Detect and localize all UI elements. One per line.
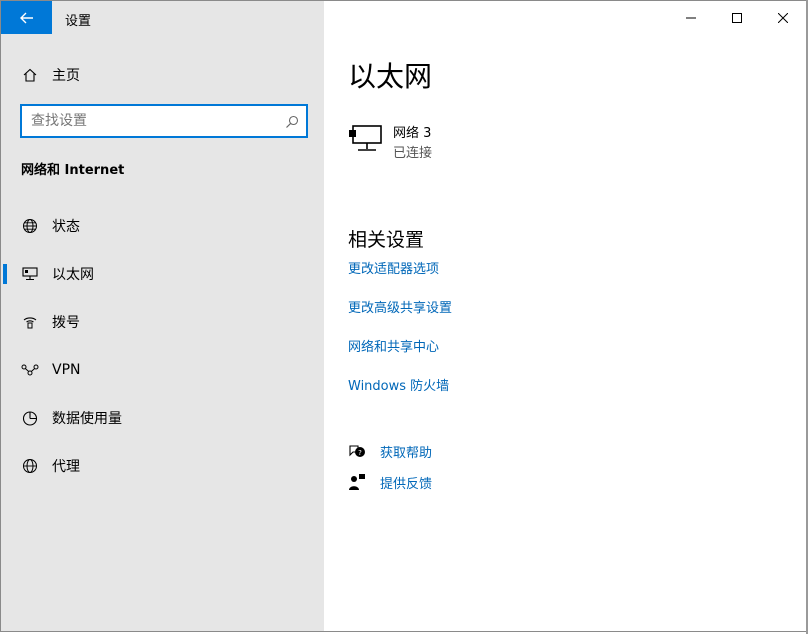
sidebar-item-dialup[interactable]: 拨号	[1, 302, 324, 342]
sidebar-item-home[interactable]: 主页	[1, 57, 324, 93]
close-icon	[778, 12, 788, 23]
minimize-icon	[686, 17, 696, 18]
window-controls	[668, 1, 806, 34]
feedback-row[interactable]: 提供反馈	[348, 472, 548, 494]
sidebar-item-label: 数据使用量	[52, 411, 122, 427]
search-icon[interactable]	[285, 114, 299, 128]
link-advanced-sharing-settings[interactable]: 更改高级共享设置	[348, 297, 452, 316]
main-content: 以太网 网络 3 已连接 相关设置 更改适配器选项 更改高级共享设置 网络和共享…	[324, 1, 806, 631]
help-chat-icon: ?	[348, 442, 366, 460]
ethernet-name: 网络 3	[393, 126, 432, 141]
svg-text:?: ?	[358, 449, 362, 457]
link-windows-firewall[interactable]: Windows 防火墙	[348, 375, 449, 394]
link-network-sharing-center[interactable]: 网络和共享中心	[348, 336, 439, 355]
dialup-icon	[21, 313, 39, 331]
proxy-globe-icon	[21, 457, 39, 475]
link-change-adapter-options[interactable]: 更改适配器选项	[348, 258, 439, 277]
sidebar-item-label: 拨号	[52, 315, 80, 331]
sidebar-item-label: 以太网	[52, 267, 94, 283]
link-get-help[interactable]: 获取帮助	[380, 442, 432, 461]
sidebar: 设置 主页 网络和 Internet	[1, 1, 324, 631]
app-title: 设置	[65, 14, 92, 29]
back-button[interactable]	[1, 1, 52, 34]
sidebar-item-data-usage[interactable]: 数据使用量	[1, 398, 324, 438]
sidebar-item-status[interactable]: 状态	[1, 206, 324, 246]
section-heading: 网络和 Internet	[21, 163, 125, 178]
ethernet-icon	[21, 265, 39, 283]
search-input[interactable]	[31, 111, 271, 131]
home-icon	[21, 66, 39, 84]
ethernet-status: 已连接	[393, 146, 433, 161]
get-help-row[interactable]: ? 获取帮助	[348, 441, 548, 463]
sidebar-item-label: VPN	[52, 362, 81, 378]
minimize-button[interactable]	[668, 1, 714, 34]
close-button[interactable]	[760, 1, 806, 34]
maximize-button[interactable]	[714, 1, 760, 34]
back-arrow-icon	[19, 12, 33, 23]
status-globe-icon	[21, 217, 39, 235]
data-usage-icon	[21, 409, 39, 427]
search-box[interactable]	[20, 104, 308, 138]
sidebar-item-label: 代理	[52, 459, 80, 475]
sidebar-item-ethernet[interactable]: 以太网	[1, 254, 324, 294]
sidebar-item-proxy[interactable]: 代理	[1, 446, 324, 486]
sidebar-item-vpn[interactable]: VPN	[1, 350, 324, 390]
home-label: 主页	[52, 68, 80, 84]
link-give-feedback[interactable]: 提供反馈	[380, 473, 432, 492]
ethernet-adapter-icon	[348, 124, 384, 154]
page-title: 以太网	[348, 60, 433, 93]
vpn-icon	[21, 361, 39, 379]
sidebar-item-label: 状态	[52, 219, 80, 235]
maximize-icon	[732, 12, 742, 23]
feedback-person-icon	[348, 473, 366, 491]
settings-window: 设置 主页 网络和 Internet	[0, 0, 806, 632]
related-settings-heading: 相关设置	[348, 229, 425, 251]
active-indicator	[3, 264, 7, 284]
ethernet-connection-entry[interactable]: 网络 3 已连接	[348, 121, 548, 161]
